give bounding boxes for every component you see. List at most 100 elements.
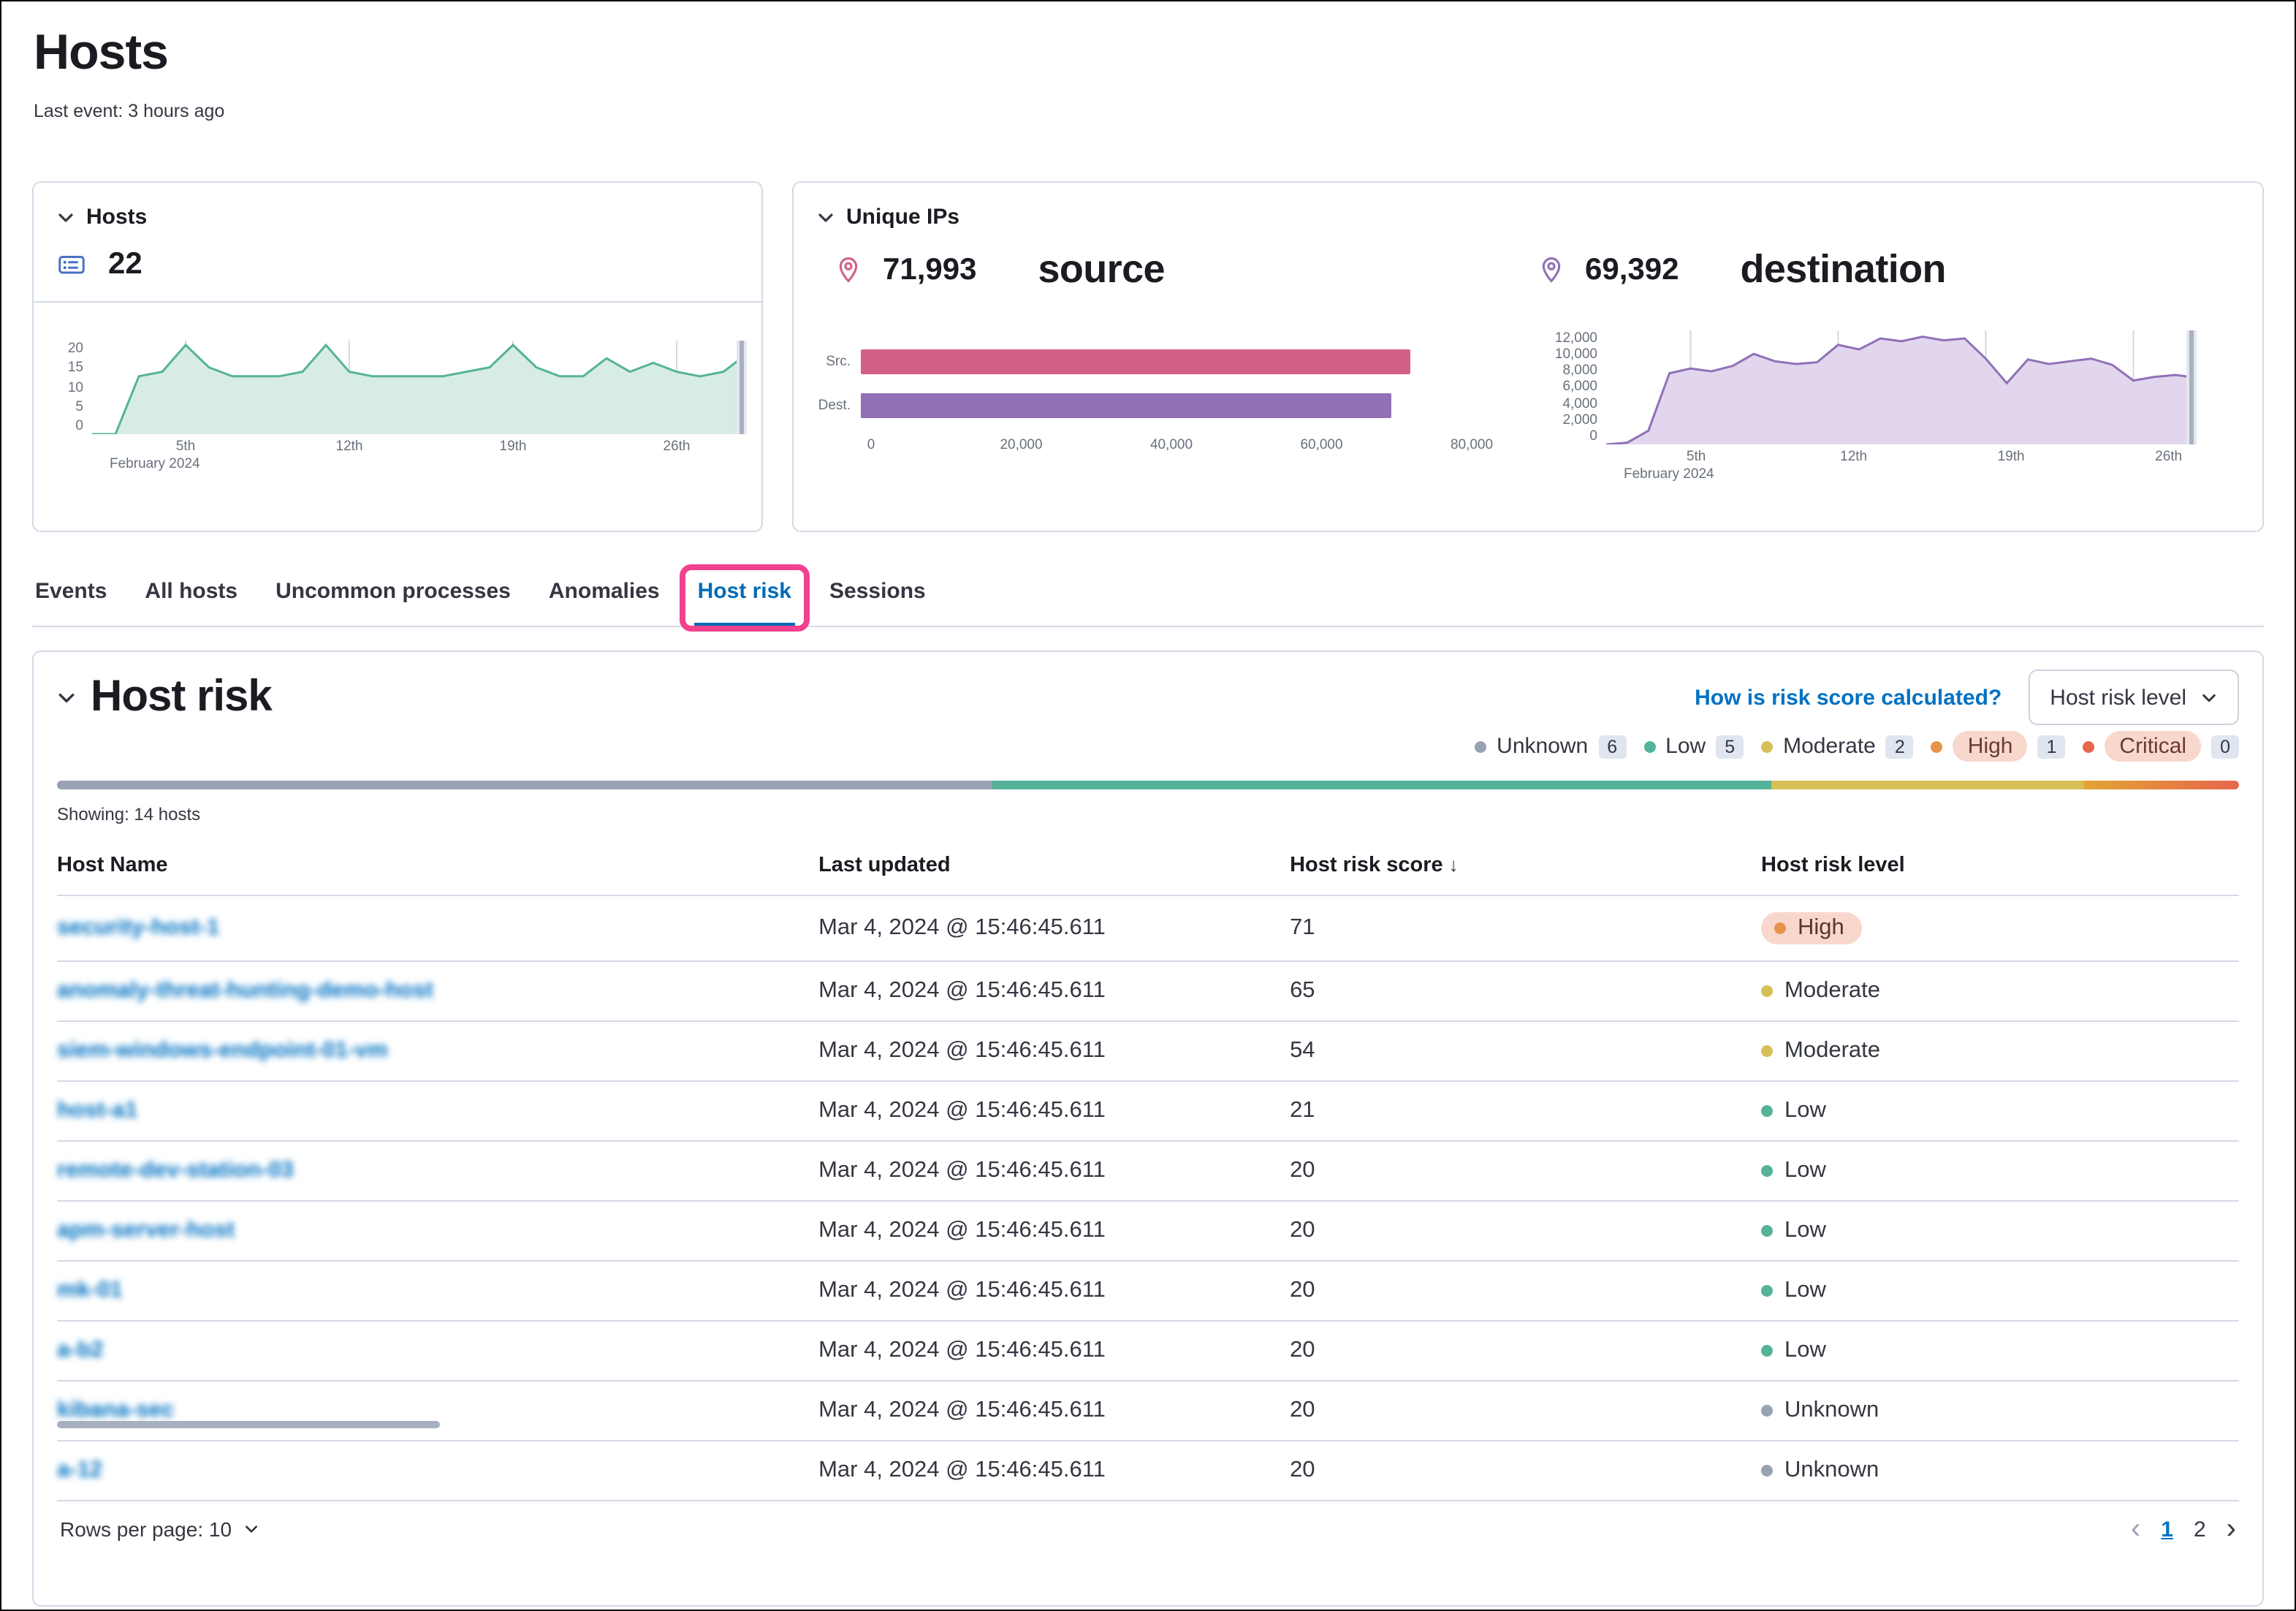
tab-sessions[interactable]: Sessions [826, 573, 929, 626]
host-name-link[interactable]: kibana-sec [57, 1398, 174, 1422]
tab-uncommon-processes[interactable]: Uncommon processes [273, 573, 514, 626]
last-updated-cell: Mar 4, 2024 @ 15:46:45.611 [818, 1321, 1290, 1381]
x-axis-labels: 5th12th19th26th [92, 434, 747, 455]
risk-level-dot-icon [1761, 1465, 1773, 1477]
rows-per-page-control[interactable]: Rows per page: 10 [60, 1517, 258, 1541]
risk-level-badge: Low [1761, 1158, 1826, 1184]
source-bar [861, 349, 1410, 374]
risk-distribution-segment [993, 781, 1772, 789]
last-updated-cell: Mar 4, 2024 @ 15:46:45.611 [818, 895, 1290, 961]
legend-item: Critical 0 [2083, 731, 2239, 762]
destination-label: destination [1740, 247, 1945, 292]
host-risk-level-filter-button[interactable]: Host risk level [2028, 670, 2239, 725]
bar-x-axis-labels: 020,00040,00060,00080,000 [871, 437, 1472, 458]
risk-score-cell: 20 [1290, 1441, 1761, 1501]
risk-level-badge: Moderate [1761, 1038, 1880, 1064]
y-axis-labels: 12,00010,0008,0006,0004,0002,0000 [1542, 330, 1606, 444]
last-updated-cell: Mar 4, 2024 @ 15:46:45.611 [818, 961, 1290, 1021]
host-name-link[interactable]: anomaly-threat-hunting-demo-host [57, 978, 433, 1003]
risk-score-help-link[interactable]: How is risk score calculated? [1695, 685, 2002, 710]
source-ip-stat: 71,993 source [835, 247, 1537, 292]
host-icon [57, 250, 86, 279]
source-ip-count: 71,993 [883, 252, 976, 287]
host-name-link[interactable]: apm-server-host [57, 1218, 235, 1243]
ips-panel-title: Unique IPs [846, 205, 959, 230]
bar-category-label: Src. [811, 354, 861, 370]
host-risk-table-row: anomaly-threat-hunting-demo-host Mar 4, … [57, 961, 2239, 1021]
tab-label: Sessions [829, 579, 926, 604]
host-name-link[interactable]: a-b2 [57, 1338, 104, 1362]
hosts-count-value: 22 [108, 247, 142, 282]
host-risk-table-row: host-a1 Mar 4, 2024 @ 15:46:45.611 21 Lo… [57, 1081, 2239, 1141]
last-updated-cell: Mar 4, 2024 @ 15:46:45.611 [818, 1021, 1290, 1081]
last-updated-cell: Mar 4, 2024 @ 15:46:45.611 [818, 1141, 1290, 1201]
ips-area-svg [1606, 330, 2197, 444]
next-page-button[interactable]: › [2227, 1515, 2236, 1544]
tab-anomalies[interactable]: Anomalies [546, 573, 663, 626]
risk-level-badge: Low [1761, 1098, 1826, 1124]
page-title: Hosts [34, 25, 2262, 82]
tab-all-hosts[interactable]: All hosts [142, 573, 240, 626]
risk-level-dot-icon [1761, 1225, 1773, 1237]
previous-page-button[interactable]: ‹ [2131, 1515, 2140, 1544]
legend-item: Moderate 2 [1761, 734, 1914, 759]
risk-level-badge: High [1761, 912, 1862, 944]
sort-descending-icon: ↓ [1449, 854, 1459, 876]
risk-level-dot-icon [1761, 1165, 1773, 1177]
column-header-risk-score[interactable]: Host risk score↓ [1290, 839, 1761, 895]
risk-score-cell: 20 [1290, 1141, 1761, 1201]
host-risk-panel: Host risk How is risk score calculated? … [32, 651, 2264, 1607]
unique-ips-kpi-panel: Unique IPs 71,993 source [792, 181, 2264, 532]
host-risk-table-row: a-12 Mar 4, 2024 @ 15:46:45.611 20 Unkno… [57, 1441, 2239, 1501]
legend-count-badge: 5 [1716, 735, 1744, 758]
last-updated-cell: Mar 4, 2024 @ 15:46:45.611 [818, 1081, 1290, 1141]
x-axis-labels: 5th12th19th26th [1606, 444, 2236, 465]
risk-score-cell: 20 [1290, 1381, 1761, 1441]
risk-level-badge: Low [1761, 1338, 1826, 1364]
host-name-link[interactable]: security-host-1 [57, 915, 219, 940]
tabs: Events All hosts Uncommon processes Anom… [32, 573, 2264, 627]
hosts-area-svg [92, 341, 747, 434]
risk-level-dot-icon [1774, 922, 1786, 934]
host-risk-table-row: siem-windows-endpoint-01-vm Mar 4, 2024 … [57, 1021, 2239, 1081]
risk-score-cell: 21 [1290, 1081, 1761, 1141]
chevron-down-icon[interactable] [57, 208, 75, 226]
last-updated-cell: Mar 4, 2024 @ 15:46:45.611 [818, 1201, 1290, 1261]
host-name-link[interactable]: mk-01 [57, 1278, 123, 1303]
destination-pin-icon [1537, 256, 1565, 284]
legend-dot-icon [1643, 740, 1655, 752]
chevron-down-icon[interactable] [817, 208, 835, 226]
risk-level-dot-icon [1761, 985, 1773, 997]
host-risk-title: Host risk [91, 672, 272, 722]
tab-label: Uncommon processes [275, 579, 511, 604]
column-header-risk-level: Host risk level [1761, 839, 2239, 895]
host-name-link[interactable]: siem-windows-endpoint-01-vm [57, 1038, 388, 1063]
legend-item: High 1 [1931, 731, 2066, 762]
risk-distribution-segment [2084, 781, 2239, 789]
host-name-link[interactable]: a-12 [57, 1458, 102, 1482]
x-axis-title: February 2024 [110, 456, 747, 472]
last-event-text: Last event: 3 hours ago [34, 101, 2262, 121]
tab-label: Anomalies [549, 579, 660, 604]
column-header-host-name: Host Name [57, 839, 818, 895]
ips-bar-chart: Src. Dest. 020,00040,00060,00080,000 [811, 330, 1472, 482]
page-2-button[interactable]: 2 [2194, 1517, 2206, 1542]
legend-item: Unknown 6 [1475, 734, 1626, 759]
host-risk-table-row: apm-server-host Mar 4, 2024 @ 15:46:45.6… [57, 1201, 2239, 1261]
tab-events[interactable]: Events [32, 573, 110, 626]
legend-count-badge: 0 [2211, 735, 2239, 758]
tab-host-risk[interactable]: Host risk [695, 573, 794, 626]
page-1-button[interactable]: 1 [2161, 1517, 2173, 1542]
destination-bar [861, 393, 1391, 418]
chevron-down-icon[interactable] [57, 688, 76, 707]
host-name-link[interactable]: remote-dev-station-03 [57, 1158, 294, 1183]
risk-level-dot-icon [1761, 1405, 1773, 1417]
risk-level-badge: Low [1761, 1278, 1826, 1304]
risk-distribution-bar [57, 781, 2239, 789]
host-name-link[interactable]: host-a1 [57, 1098, 137, 1123]
last-updated-cell: Mar 4, 2024 @ 15:46:45.611 [818, 1381, 1290, 1441]
legend-item: Low 5 [1643, 734, 1744, 759]
horizontal-scrollbar-thumb[interactable] [57, 1421, 440, 1428]
risk-level-dot-icon [1761, 1105, 1773, 1117]
legend-dot-icon [1475, 740, 1486, 752]
